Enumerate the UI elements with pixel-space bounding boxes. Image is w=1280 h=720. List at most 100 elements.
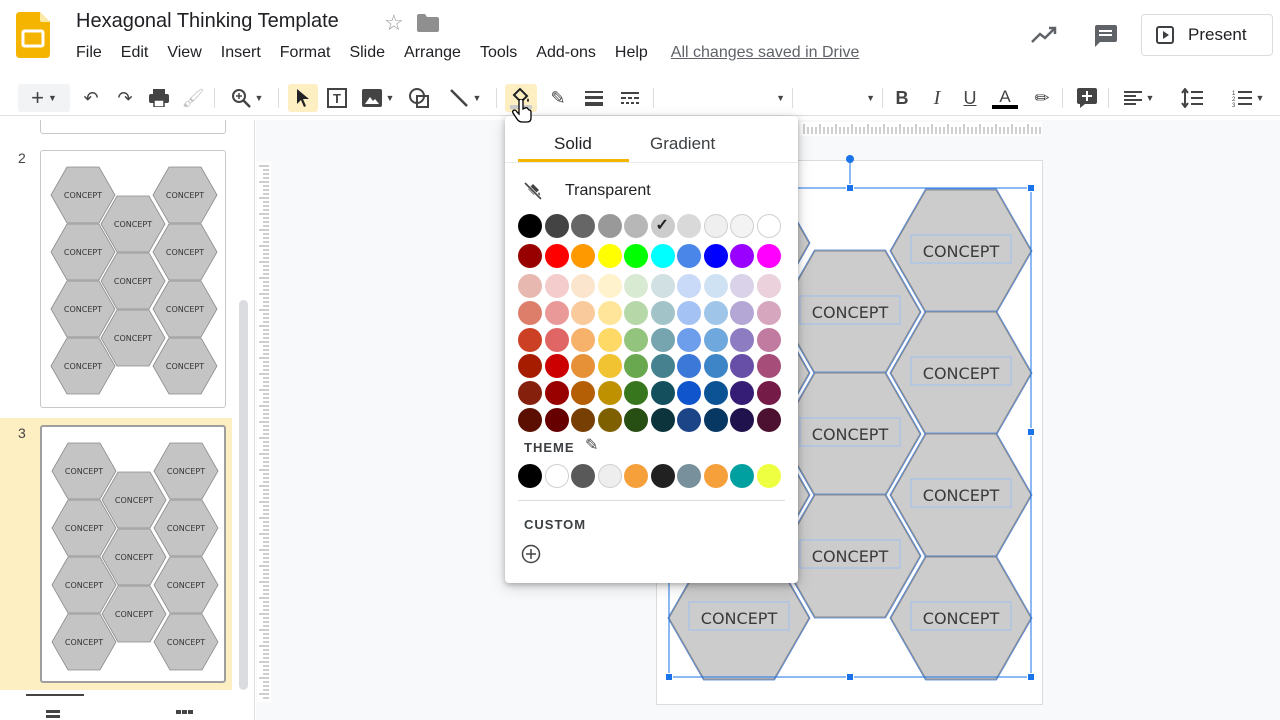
menu-addons[interactable]: Add-ons bbox=[536, 44, 596, 66]
shade-swatch-10[interactable] bbox=[756, 354, 781, 379]
gray-swatch-9[interactable] bbox=[730, 214, 754, 238]
shade-swatch-4[interactable] bbox=[597, 300, 622, 325]
bright-swatch-2[interactable] bbox=[544, 244, 569, 268]
shade-swatch-2[interactable] bbox=[544, 274, 569, 298]
print-button[interactable] bbox=[146, 84, 172, 112]
shade-swatch-2[interactable] bbox=[544, 408, 569, 432]
shade-swatch-2[interactable] bbox=[544, 381, 569, 406]
shade-swatch-7[interactable] bbox=[677, 408, 701, 432]
bright-swatch-6[interactable] bbox=[650, 244, 675, 268]
bold-button[interactable]: B bbox=[890, 84, 914, 112]
shade-swatch-1[interactable] bbox=[518, 274, 542, 298]
menu-file[interactable]: File bbox=[76, 44, 102, 66]
gray-swatch-5[interactable] bbox=[624, 214, 648, 238]
shade-swatch-5[interactable] bbox=[624, 274, 648, 298]
grid-view-icon[interactable] bbox=[46, 710, 64, 720]
new-slide-button[interactable]: + ▼ bbox=[18, 84, 70, 112]
edit-theme-pencil-icon[interactable]: ✎ bbox=[585, 435, 598, 455]
gray-swatch-8[interactable] bbox=[703, 214, 728, 238]
shade-swatch-5[interactable] bbox=[624, 300, 648, 325]
shade-swatch-9[interactable] bbox=[730, 300, 754, 325]
tab-solid[interactable]: Solid bbox=[554, 134, 592, 154]
menu-edit[interactable]: Edit bbox=[121, 44, 149, 66]
border-dash-button[interactable] bbox=[617, 84, 643, 112]
shade-swatch-8[interactable] bbox=[703, 381, 728, 406]
shade-swatch-5[interactable] bbox=[624, 381, 648, 406]
theme-swatch-10[interactable] bbox=[756, 464, 781, 488]
menu-slide[interactable]: Slide bbox=[349, 44, 385, 66]
shade-swatch-6[interactable] bbox=[650, 381, 675, 406]
shade-swatch-1[interactable] bbox=[518, 381, 542, 406]
filmstrip-view-icon[interactable] bbox=[176, 710, 194, 720]
menu-help[interactable]: Help bbox=[615, 44, 648, 66]
gray-swatch-3[interactable] bbox=[571, 214, 595, 238]
shade-swatch-10[interactable] bbox=[756, 408, 781, 432]
shade-swatch-7[interactable] bbox=[677, 381, 701, 406]
theme-swatch-1[interactable] bbox=[518, 464, 542, 488]
gray-swatch-1[interactable] bbox=[518, 214, 542, 238]
shade-swatch-8[interactable] bbox=[703, 327, 728, 352]
shade-swatch-3[interactable] bbox=[571, 300, 595, 325]
shade-swatch-8[interactable] bbox=[703, 408, 728, 432]
bright-swatch-5[interactable] bbox=[624, 244, 648, 268]
present-button[interactable]: Present bbox=[1141, 14, 1273, 56]
shade-swatch-7[interactable] bbox=[677, 300, 701, 325]
shade-swatch-10[interactable] bbox=[756, 274, 781, 298]
gray-swatch-7[interactable] bbox=[677, 214, 701, 238]
shade-swatch-1[interactable] bbox=[518, 408, 542, 432]
shade-swatch-6[interactable] bbox=[650, 300, 675, 325]
shade-swatch-2[interactable] bbox=[544, 327, 569, 352]
shade-swatch-9[interactable] bbox=[730, 327, 754, 352]
gray-swatch-4[interactable] bbox=[597, 214, 622, 238]
activity-dashboard-icon[interactable] bbox=[1031, 26, 1057, 44]
font-family-dropdown[interactable]: ▼ bbox=[660, 84, 785, 112]
add-custom-color-icon[interactable] bbox=[521, 544, 541, 564]
slides-logo-icon[interactable] bbox=[16, 12, 50, 58]
gray-swatch-2[interactable] bbox=[544, 214, 569, 238]
shade-swatch-10[interactable] bbox=[756, 300, 781, 325]
shape-button[interactable] bbox=[406, 84, 432, 112]
shade-swatch-4[interactable] bbox=[597, 408, 622, 432]
transparent-option[interactable]: Transparent bbox=[523, 178, 783, 204]
line-spacing-button[interactable] bbox=[1178, 84, 1206, 112]
gray-swatch-6[interactable]: ✓ bbox=[650, 214, 675, 238]
select-tool-button[interactable] bbox=[288, 84, 318, 112]
shade-swatch-4[interactable] bbox=[597, 274, 622, 298]
italic-button[interactable]: I bbox=[925, 84, 949, 112]
shade-swatch-6[interactable] bbox=[650, 354, 675, 379]
border-color-button[interactable]: ✎ bbox=[545, 84, 571, 112]
text-color-button[interactable]: A bbox=[991, 84, 1019, 112]
numbered-list-button[interactable]: 123 ▼ bbox=[1226, 84, 1270, 112]
shade-swatch-4[interactable] bbox=[597, 354, 622, 379]
menu-arrange[interactable]: Arrange bbox=[404, 44, 461, 66]
bright-swatch-8[interactable] bbox=[703, 244, 728, 268]
font-size-dropdown[interactable]: ▼ bbox=[800, 84, 875, 112]
slide-thumbnail-3[interactable]: CONCEPT CONCEPT CONCEPT CONCEPT CONCEPT CONCE… bbox=[40, 425, 226, 683]
shade-swatch-6[interactable] bbox=[650, 408, 675, 432]
bright-swatch-3[interactable] bbox=[571, 244, 595, 268]
shade-swatch-1[interactable] bbox=[518, 327, 542, 352]
shade-swatch-1[interactable] bbox=[518, 300, 542, 325]
theme-swatch-8[interactable] bbox=[703, 464, 728, 488]
folder-icon[interactable] bbox=[417, 14, 439, 32]
bright-swatch-4[interactable] bbox=[597, 244, 622, 268]
shade-swatch-9[interactable] bbox=[730, 354, 754, 379]
theme-swatch-5[interactable] bbox=[624, 464, 648, 488]
filmstrip-scrollbar[interactable] bbox=[239, 300, 248, 690]
shade-swatch-4[interactable] bbox=[597, 381, 622, 406]
slide-thumbnail-2[interactable]: CONCEPT CONCEPT CONCEPT CONCEPT CONCEPT CONCE… bbox=[40, 150, 226, 408]
menu-tools[interactable]: Tools bbox=[480, 44, 517, 66]
menu-format[interactable]: Format bbox=[280, 44, 331, 66]
menu-insert[interactable]: Insert bbox=[221, 44, 261, 66]
insert-image-button[interactable]: ▼ bbox=[358, 84, 398, 112]
shade-swatch-9[interactable] bbox=[730, 274, 754, 298]
theme-swatch-2[interactable] bbox=[544, 464, 569, 488]
tab-gradient[interactable]: Gradient bbox=[650, 134, 715, 154]
theme-swatch-4[interactable] bbox=[597, 464, 622, 488]
horizontal-ruler[interactable] bbox=[800, 122, 1042, 136]
slide-thumbnail-1[interactable] bbox=[40, 120, 226, 134]
shade-swatch-3[interactable] bbox=[571, 354, 595, 379]
theme-swatch-7[interactable] bbox=[677, 464, 701, 488]
shade-swatch-8[interactable] bbox=[703, 354, 728, 379]
vertical-ruler[interactable] bbox=[257, 162, 271, 702]
